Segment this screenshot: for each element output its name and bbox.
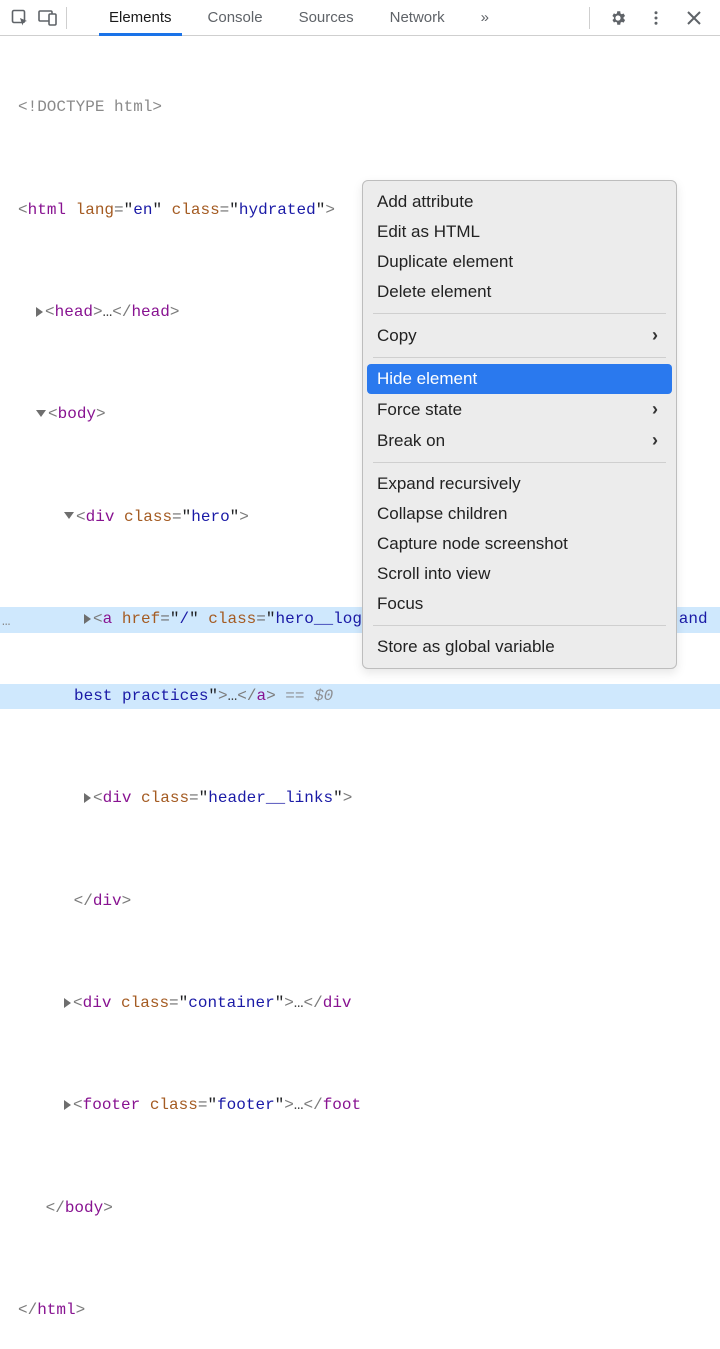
chevron-right-icon: › (652, 430, 658, 451)
menu-item-label: Duplicate element (377, 252, 513, 272)
menu-item-label: Focus (377, 594, 423, 614)
expand-icon[interactable] (36, 307, 43, 317)
tab-network[interactable]: Network (372, 0, 463, 35)
menu-item-edit-as-html[interactable]: Edit as HTML (363, 217, 676, 247)
tab-console[interactable]: Console (190, 0, 281, 35)
menu-item-add-attribute[interactable]: Add attribute (363, 187, 676, 217)
dom-body-close[interactable]: </body> (0, 1196, 720, 1222)
tab-elements[interactable]: Elements (91, 0, 190, 35)
expand-icon[interactable] (84, 793, 91, 803)
divider (66, 7, 67, 29)
menu-item-duplicate-element[interactable]: Duplicate element (363, 247, 676, 277)
dom-a-hero-logo-line2[interactable]: best practices">…</a> == $0 (0, 684, 720, 710)
gear-icon[interactable] (604, 4, 632, 32)
menu-item-break-on[interactable]: Break on › (363, 425, 676, 456)
inspect-icon[interactable] (6, 4, 34, 32)
menu-item-collapse-children[interactable]: Collapse children (363, 499, 676, 529)
panel-tabs: Elements Console Sources Network » (91, 0, 507, 35)
tab-sources[interactable]: Sources (281, 0, 372, 35)
menu-item-label: Store as global variable (377, 637, 555, 657)
chevron-right-icon: › (652, 325, 658, 346)
dom-div-hero-close[interactable]: </div> (0, 889, 720, 915)
menu-item-label: Expand recursively (377, 474, 521, 494)
device-toggle-icon[interactable] (34, 4, 62, 32)
menu-item-label: Edit as HTML (377, 222, 480, 242)
dom-div-header-links[interactable]: <div class="header__links"> (0, 786, 720, 812)
menu-item-label: Hide element (377, 369, 477, 389)
menu-item-force-state[interactable]: Force state › (363, 394, 676, 425)
menu-item-hide-element[interactable]: Hide element (367, 364, 672, 394)
menu-item-label: Copy (377, 326, 417, 346)
menu-item-focus[interactable]: Focus (363, 589, 676, 619)
expand-icon[interactable] (64, 1100, 71, 1110)
menu-separator (373, 625, 666, 626)
menu-item-delete-element[interactable]: Delete element (363, 277, 676, 307)
chevron-right-icon: › (652, 399, 658, 420)
expand-icon[interactable] (84, 614, 91, 624)
menu-item-copy[interactable]: Copy › (363, 320, 676, 351)
dom-div-container[interactable]: <div class="container">…</div (0, 991, 720, 1017)
menu-item-label: Add attribute (377, 192, 473, 212)
collapse-icon[interactable] (36, 410, 46, 417)
dom-doctype[interactable]: <!DOCTYPE html> (0, 95, 720, 121)
tabs-overflow[interactable]: » (463, 0, 507, 35)
expand-icon[interactable] (64, 998, 71, 1008)
kebab-icon[interactable] (642, 4, 670, 32)
menu-item-label: Collapse children (377, 504, 507, 524)
devtools-toolbar: Elements Console Sources Network » (0, 0, 720, 36)
menu-item-label: Scroll into view (377, 564, 490, 584)
collapse-icon[interactable] (64, 512, 74, 519)
menu-item-label: Break on (377, 431, 445, 451)
menu-item-scroll-into-view[interactable]: Scroll into view (363, 559, 676, 589)
menu-item-label: Capture node screenshot (377, 534, 568, 554)
gutter-ellipsis-icon: … (2, 611, 11, 633)
menu-item-label: Force state (377, 400, 462, 420)
menu-separator (373, 462, 666, 463)
dom-html-close[interactable]: </html> (0, 1298, 720, 1324)
menu-item-label: Delete element (377, 282, 491, 302)
menu-item-capture-node-screenshot[interactable]: Capture node screenshot (363, 529, 676, 559)
dom-footer[interactable]: <footer class="footer">…</foot (0, 1093, 720, 1119)
menu-separator (373, 357, 666, 358)
menu-item-store-as-global-variable[interactable]: Store as global variable (363, 632, 676, 662)
context-menu[interactable]: Add attribute Edit as HTML Duplicate eleme… (362, 180, 677, 669)
divider (589, 7, 590, 29)
close-icon[interactable] (680, 4, 708, 32)
menu-separator (373, 313, 666, 314)
menu-item-expand-recursively[interactable]: Expand recursively (363, 469, 676, 499)
